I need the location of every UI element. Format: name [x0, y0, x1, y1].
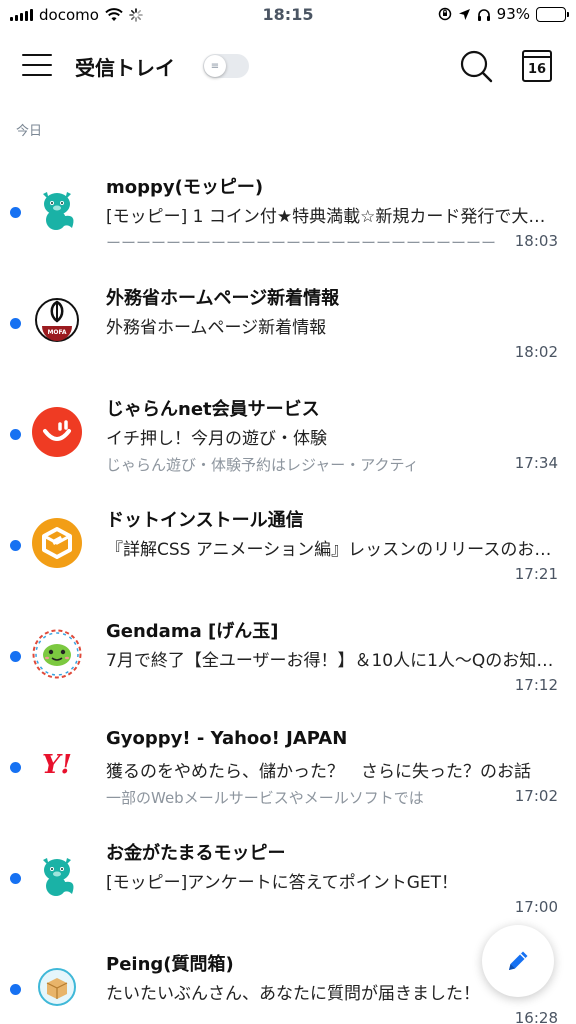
- unread-indicator: [10, 762, 21, 773]
- message-time: 17:02: [514, 787, 558, 805]
- orientation-lock-icon: [438, 7, 451, 21]
- dotinstall-logo-icon: [32, 518, 82, 568]
- message-subject: [モッピー]アンケートに答えてポイントGET！: [106, 873, 459, 893]
- message-row[interactable]: お金がたまるモッピー [モッピー]アンケートに答えてポイントGET！ 17:00: [0, 814, 576, 925]
- message-list: moppy(モッピー) [モッピー] 1 コイン付★特典満載☆新規カード発行で大…: [0, 148, 576, 1024]
- message-time: 17:00: [514, 898, 558, 916]
- message-row[interactable]: MOFA 外務省ホームページ新着情報 外務省ホームページ新着情報 18:02: [0, 259, 576, 370]
- app-header: 受信トレイ ≡ 16: [0, 36, 576, 96]
- message-preview: ーーーーーーーーーーーーーーーーーーーーーーーーーー: [106, 234, 497, 252]
- sender-name: じゃらんnet会員サービス: [106, 399, 320, 420]
- pencil-icon: [509, 951, 528, 970]
- message-time: 17:12: [514, 676, 558, 694]
- section-today: 今日: [16, 124, 43, 139]
- sender-name: Gendama [げん玉]: [106, 621, 279, 642]
- message-row[interactable]: moppy(モッピー) [モッピー] 1 コイン付★特典満載☆新規カード発行で大…: [0, 148, 576, 259]
- sender-name: 外務省ホームページ新着情報: [106, 288, 340, 309]
- unread-indicator: [10, 984, 21, 995]
- unread-indicator: [10, 318, 21, 329]
- sender-name: Peing(質問箱): [106, 954, 234, 975]
- sender-name: お金がたまるモッピー: [106, 843, 286, 864]
- search-icon[interactable]: [458, 48, 494, 84]
- yahoo-logo-text: Y!: [42, 750, 72, 780]
- headphones-icon: [477, 8, 490, 21]
- calendar-icon[interactable]: 16: [522, 50, 552, 82]
- location-icon: [458, 8, 470, 20]
- moppy-mascot-icon: [32, 185, 82, 235]
- unread-indicator: [10, 651, 21, 662]
- message-row[interactable]: Y! Gyoppy! - Yahoo! JAPAN 獲るのをやめたら、儲かった？…: [0, 703, 576, 814]
- mofa-logo-icon: MOFA: [32, 296, 82, 346]
- message-row[interactable]: じゃらんnet会員サービス イチ押し！今月の遊び・体験 じゃらん遊び・体験予約は…: [0, 370, 576, 481]
- mofa-logo-text: MOFA: [47, 329, 66, 336]
- compose-button[interactable]: [482, 925, 554, 997]
- message-time: 17:34: [514, 454, 558, 472]
- status-bar: docomo 18:15 93%: [0, 0, 576, 30]
- message-subject: 獲るのをやめたら、儲かった？ さらに失った？のお話: [106, 762, 531, 782]
- unread-indicator: [10, 540, 21, 551]
- message-row[interactable]: Gendama [げん玉] 7月で終了【全ユーザーお得！】＆10人に1人〜Qのお…: [0, 592, 576, 703]
- message-subject: 7月で終了【全ユーザーお得！】＆10人に1人〜Qのお知らせ: [106, 651, 558, 671]
- message-subject: [モッピー] 1 コイン付★特典満載☆新規カード発行で大量ポイント: [106, 207, 558, 227]
- jalan-logo-icon: [32, 407, 82, 457]
- message-subject: 『詳解CSS アニメーション編』レッスンのリリースのお知らせ: [106, 540, 558, 560]
- unread-indicator: [10, 207, 21, 218]
- message-time: 18:02: [514, 343, 558, 361]
- unread-indicator: [10, 429, 21, 440]
- sender-name: moppy(モッピー): [106, 177, 264, 198]
- gendama-mascot-icon: [32, 629, 82, 679]
- battery-percent: 93%: [496, 5, 530, 23]
- peing-box-icon: [32, 962, 82, 1012]
- list-icon: ≡: [204, 55, 226, 77]
- message-row[interactable]: ドットインストール通信 『詳解CSS アニメーション編』レッスンのリリースのお知…: [0, 481, 576, 592]
- unread-indicator: [10, 873, 21, 884]
- message-subject: イチ押し！今月の遊び・体験: [106, 429, 327, 449]
- sender-name: ドットインストール通信: [106, 510, 304, 531]
- message-time: 18:03: [514, 232, 558, 250]
- calendar-day: 16: [527, 62, 547, 77]
- menu-icon[interactable]: [22, 54, 52, 78]
- yahoo-logo-icon: Y!: [32, 740, 82, 790]
- message-time: 17:21: [514, 565, 558, 583]
- message-preview: 一部のWebメールサービスやメールソフトでは: [106, 789, 424, 807]
- view-toggle[interactable]: ≡: [203, 54, 249, 78]
- message-subject: 外務省ホームページ新着情報: [106, 318, 327, 338]
- message-time: 16:28: [514, 1009, 558, 1024]
- message-preview: じゃらん遊び・体験予約はレジャー・アクティ: [106, 456, 419, 474]
- sender-name: Gyoppy! - Yahoo! JAPAN: [106, 728, 348, 749]
- battery-icon: [536, 6, 569, 22]
- page-title: 受信トレイ: [75, 56, 175, 80]
- moppy-mascot-icon: [32, 851, 82, 901]
